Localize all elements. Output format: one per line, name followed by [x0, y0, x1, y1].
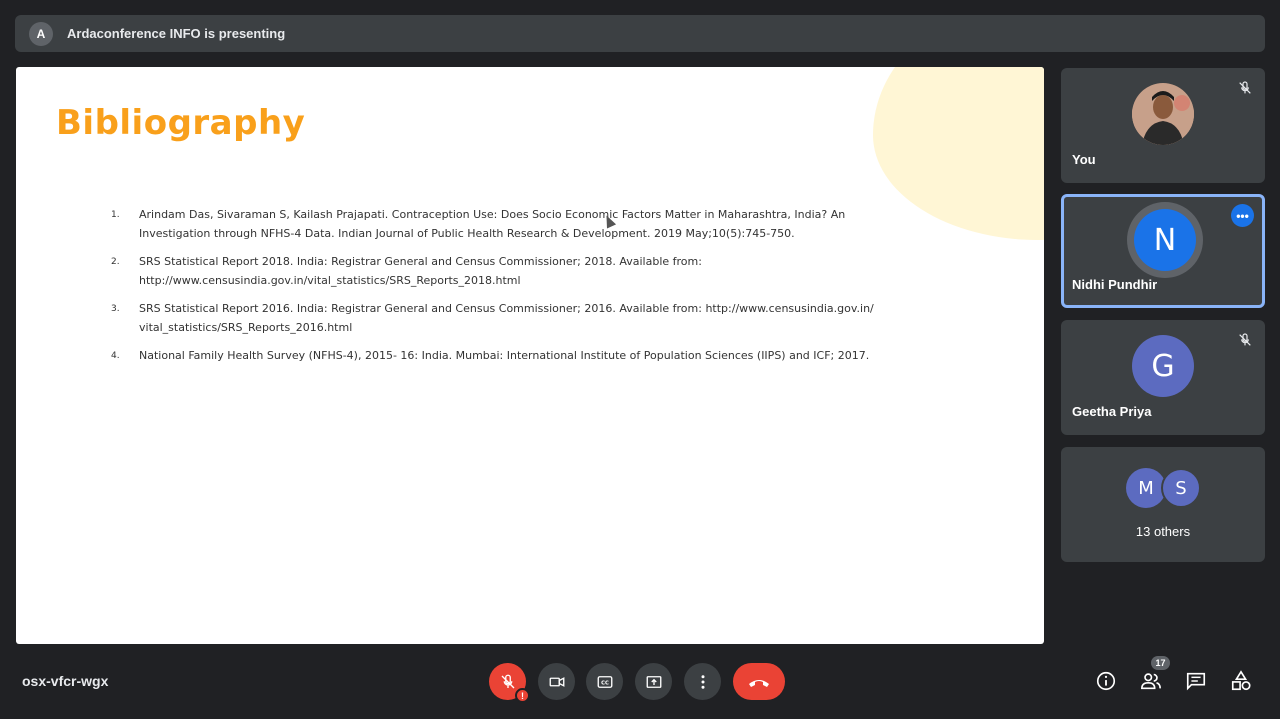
reference-text: Arindam Das, Sivaraman S, Kailash Prajap…: [139, 208, 846, 240]
slide-decoration: [873, 67, 1044, 240]
svg-text:CC: CC: [601, 680, 609, 686]
reference-number: 2.: [111, 257, 120, 267]
more-vert-icon: [701, 674, 704, 689]
participant-tile-you[interactable]: You: [1061, 68, 1265, 183]
reference-text: SRS Statistical Report 2018. India: Regi…: [139, 255, 702, 287]
present-screen-icon: [646, 675, 661, 688]
camera-toggle-button[interactable]: [538, 663, 575, 700]
slide-title: Bibliography: [56, 103, 306, 143]
meeting-code: osx-vfcr-wgx: [22, 673, 109, 689]
presenter-bar: A Ardaconference INFO is presenting: [15, 15, 1265, 52]
reference-number: 3.: [111, 304, 120, 314]
participant-name: You: [1072, 152, 1096, 167]
mic-off-icon: [1239, 333, 1251, 346]
participant-avatar: N: [1134, 209, 1196, 271]
reference-list: 1. Arindam Das, Sivaraman S, Kailash Pra…: [111, 206, 891, 376]
shared-slide: Bibliography 1. Arindam Das, Sivaraman S…: [16, 67, 1044, 644]
participant-tile-geetha[interactable]: G Geetha Priya: [1061, 320, 1265, 435]
reference-item: 3. SRS Statistical Report 2016. India: R…: [111, 300, 891, 337]
others-count-label: 13 others: [1135, 524, 1191, 539]
captions-button[interactable]: CC: [586, 663, 623, 700]
mic-warning-badge: !: [515, 688, 530, 703]
more-options-icon[interactable]: •••: [1231, 204, 1254, 227]
participant-tile-nidhi[interactable]: N ••• Nidhi Pundhir: [1061, 194, 1265, 308]
presenter-status: Ardaconference INFO is presenting: [67, 26, 286, 41]
people-button[interactable]: [1138, 668, 1164, 694]
more-options-button[interactable]: [684, 663, 721, 700]
user-photo-avatar: [1132, 83, 1194, 145]
end-call-icon: [749, 679, 769, 687]
mic-off-icon: [1239, 81, 1251, 94]
reference-item: 4. National Family Health Survey (NFHS-4…: [111, 347, 891, 366]
chat-button[interactable]: [1183, 668, 1209, 694]
people-count-badge: 17: [1151, 656, 1170, 670]
activities-shapes-icon: [1231, 670, 1251, 691]
reference-item: 2. SRS Statistical Report 2018. India: R…: [111, 253, 891, 290]
presenter-avatar: A: [29, 21, 53, 46]
reference-number: 4.: [111, 351, 120, 361]
participant-tile-others[interactable]: M S 13 others: [1061, 447, 1265, 562]
leave-call-button[interactable]: [733, 663, 785, 700]
reference-number: 1.: [111, 210, 120, 220]
meeting-details-button[interactable]: [1093, 668, 1119, 694]
present-button[interactable]: [635, 663, 672, 700]
camera-icon: [549, 676, 564, 687]
reference-text: National Family Health Survey (NFHS-4), …: [139, 349, 870, 362]
mic-off-icon: [501, 674, 514, 688]
reference-item: 1. Arindam Das, Sivaraman S, Kailash Pra…: [111, 206, 891, 243]
participant-avatar: S: [1161, 468, 1201, 508]
participant-avatar: M: [1126, 468, 1166, 508]
participant-avatar: G: [1132, 335, 1194, 397]
person-photo-icon: [1132, 83, 1194, 145]
participant-name: Geetha Priya: [1072, 404, 1152, 419]
closed-captions-icon: CC: [597, 675, 612, 688]
activities-button[interactable]: [1228, 668, 1254, 694]
reference-text: SRS Statistical Report 2016. India: Regi…: [139, 302, 874, 334]
people-icon: [1141, 673, 1161, 690]
mic-toggle-button[interactable]: !: [489, 663, 530, 703]
chat-icon: [1186, 672, 1206, 691]
participant-name: Nidhi Pundhir: [1072, 277, 1158, 292]
info-icon: [1096, 671, 1116, 691]
